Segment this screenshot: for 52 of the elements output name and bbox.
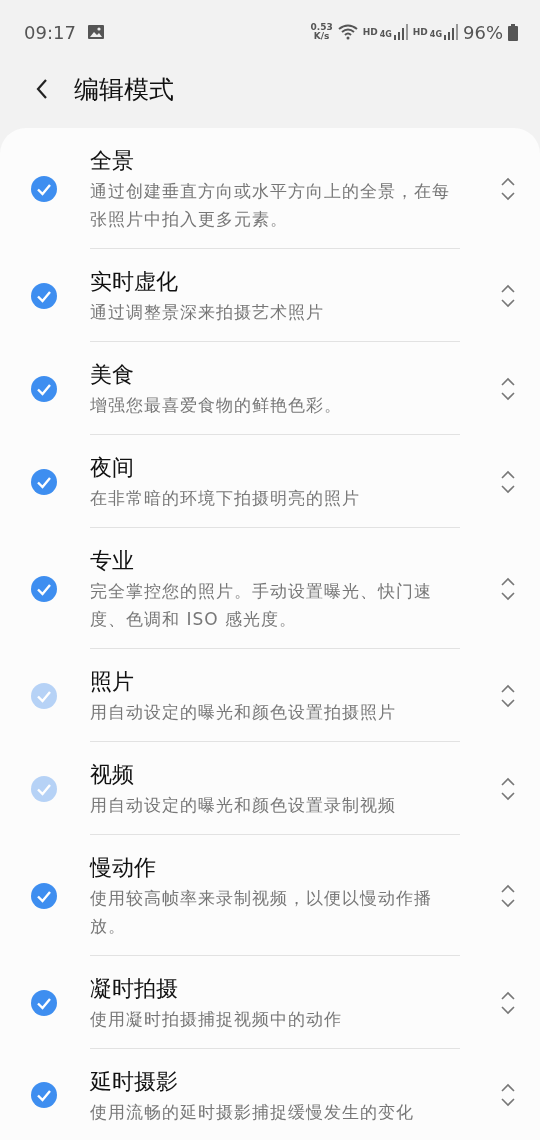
battery-icon bbox=[508, 23, 518, 41]
reorder-icon[interactable] bbox=[500, 376, 516, 401]
signal-icon bbox=[393, 24, 408, 40]
mode-description: 在非常暗的环境下拍摄明亮的照片 bbox=[90, 487, 361, 510]
checkbox[interactable] bbox=[30, 881, 58, 910]
checkbox[interactable] bbox=[30, 374, 58, 403]
network-speed: 0.53 K/s bbox=[310, 23, 333, 41]
hd-label: HD bbox=[362, 27, 378, 37]
back-icon bbox=[36, 79, 48, 99]
mode-description: 用自动设定的曝光和颜色设置拍摄照片 bbox=[90, 701, 397, 724]
checkbox[interactable] bbox=[30, 281, 58, 310]
reorder-icon[interactable] bbox=[500, 576, 516, 601]
mode-title: 凝时拍摄 bbox=[90, 975, 179, 1003]
page-title: 编辑模式 bbox=[74, 73, 174, 106]
clock: 09:17 bbox=[24, 21, 76, 43]
hd-label: HD bbox=[412, 27, 428, 37]
mode-description: 使用凝时拍摄捕捉视频中的动作 bbox=[90, 1008, 343, 1031]
reorder-icon[interactable] bbox=[500, 683, 516, 708]
mode-title: 全景 bbox=[90, 147, 135, 175]
mode-description: 使用流畅的延时摄影捕捉缓慢发生的变化 bbox=[90, 1101, 415, 1124]
checkbox[interactable] bbox=[30, 574, 58, 603]
reorder-icon[interactable] bbox=[500, 776, 516, 801]
mode-description: 用自动设定的曝光和颜色设置录制视频 bbox=[90, 794, 397, 817]
signal-icon bbox=[444, 24, 458, 40]
mode-title: 慢动作 bbox=[90, 854, 157, 882]
reorder-icon[interactable] bbox=[500, 283, 516, 308]
network-type: 4G bbox=[429, 30, 442, 39]
reorder-icon[interactable] bbox=[500, 176, 516, 201]
battery-level: 96% bbox=[463, 21, 503, 43]
network-type: 4G bbox=[379, 30, 392, 39]
mode-title: 美食 bbox=[90, 361, 135, 389]
reorder-icon[interactable] bbox=[500, 883, 516, 908]
checkbox[interactable] bbox=[30, 174, 58, 203]
mode-description: 通过创建垂直方向或水平方向上的全景，在每张照片中拍入更多元素。 bbox=[90, 180, 451, 231]
mode-description: 增强您最喜爱食物的鲜艳色彩。 bbox=[90, 394, 343, 417]
wifi-icon bbox=[337, 24, 358, 40]
checkbox[interactable] bbox=[30, 1081, 58, 1109]
reorder-icon[interactable] bbox=[500, 990, 516, 1015]
mode-title: 视频 bbox=[90, 761, 135, 789]
checkbox[interactable] bbox=[30, 467, 58, 496]
mode-description: 通过调整景深来拍摄艺术照片 bbox=[90, 301, 325, 324]
mode-description: 完全掌控您的照片。手动设置曝光、快门速度、色调和 ISO 感光度。 bbox=[90, 580, 433, 631]
reorder-icon[interactable] bbox=[500, 469, 516, 494]
mode-title: 延时摄影 bbox=[90, 1068, 179, 1096]
reorder-icon[interactable] bbox=[500, 1083, 516, 1107]
mode-title: 照片 bbox=[90, 668, 135, 696]
checkbox[interactable] bbox=[30, 988, 58, 1017]
mode-title: 专业 bbox=[90, 547, 135, 575]
mode-description: 使用较高帧率来录制视频，以便以慢动作播放。 bbox=[90, 887, 433, 938]
image-icon bbox=[87, 25, 104, 39]
mode-title: 夜间 bbox=[90, 454, 135, 482]
mode-title: 实时虚化 bbox=[90, 268, 179, 296]
